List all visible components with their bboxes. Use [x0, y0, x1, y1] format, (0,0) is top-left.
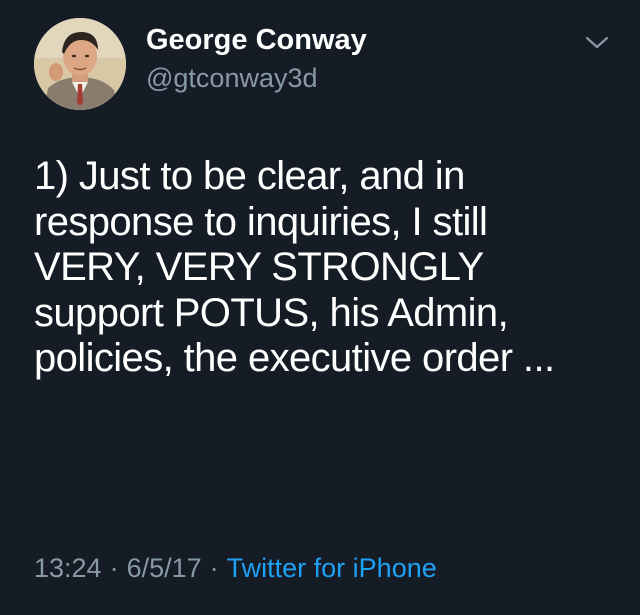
profile-photo-illustration [34, 18, 126, 110]
tweet-text: 1) Just to be clear, and in response to … [34, 154, 555, 380]
tweet-source-link[interactable]: Twitter for iPhone [227, 553, 437, 583]
author-names: George Conway @gtconway3d [146, 23, 367, 95]
tweet-card: George Conway @gtconway3d 1) Just to be … [0, 0, 640, 615]
tweet-metadata: 13:24 · 6/5/17 · Twitter for iPhone [34, 551, 437, 585]
avatar[interactable] [34, 18, 126, 110]
separator-dot: · [209, 553, 219, 583]
tweet-date[interactable]: 6/5/17 [127, 553, 202, 583]
tweet-header: George Conway @gtconway3d [34, 18, 614, 110]
author-handle[interactable]: @gtconway3d [146, 61, 367, 95]
chevron-down-icon[interactable] [582, 28, 612, 58]
tweet-time[interactable]: 13:24 [34, 553, 102, 583]
separator-dot: · [109, 553, 119, 583]
author-display-name[interactable]: George Conway [146, 23, 367, 57]
